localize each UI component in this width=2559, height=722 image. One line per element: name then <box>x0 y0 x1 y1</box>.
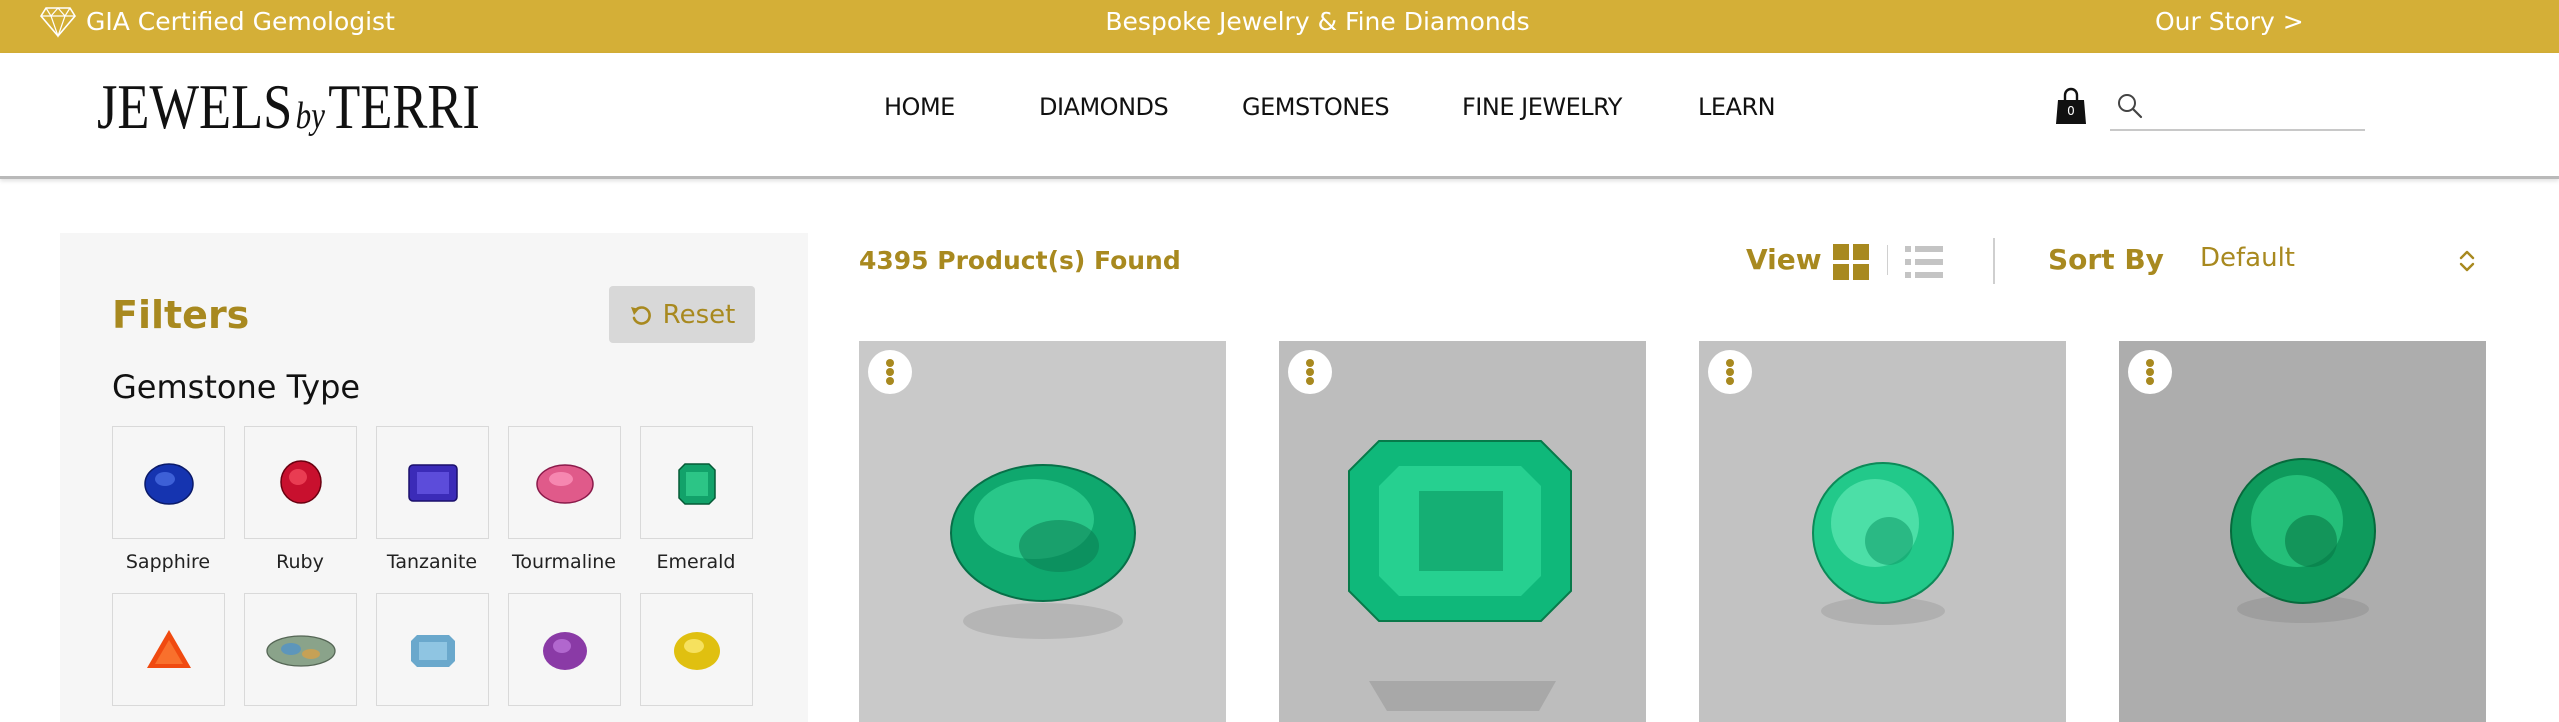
product-image <box>1699 341 2066 722</box>
logo-word-terri: TERRI <box>328 71 480 142</box>
ruby-gem-icon <box>280 460 322 504</box>
nav-home[interactable]: HOME <box>884 93 955 121</box>
product-image <box>1279 341 1646 722</box>
gem-tile-tanzanite[interactable] <box>376 426 489 539</box>
gem-label-ruby: Ruby <box>276 551 324 573</box>
tourmaline-gem-icon <box>536 464 594 504</box>
search-input[interactable] <box>2160 90 2360 124</box>
view-label: View <box>1746 243 1822 276</box>
nav-fine-jewelry[interactable]: FINE JEWELRY <box>1462 93 1622 121</box>
gem-tile-sapphire[interactable] <box>112 426 225 539</box>
dot <box>2146 368 2154 376</box>
list-view-icon[interactable] <box>1905 244 1943 280</box>
dot <box>886 359 894 367</box>
sapphire-gem-icon <box>144 463 194 505</box>
filters-title: Filters <box>112 293 250 337</box>
our-story-link[interactable]: Our Story > <box>2155 0 2304 43</box>
search-bar[interactable] <box>2110 86 2365 131</box>
announcement-bar: GIA Certified Gemologist Bespoke Jewelry… <box>0 0 2559 53</box>
gem-tile-ruby[interactable] <box>244 426 357 539</box>
gem-label-tourmaline: Tourmaline <box>512 551 616 573</box>
gem-label-sapphire: Sapphire <box>125 551 211 573</box>
undo-arrow-icon <box>630 305 651 325</box>
amethyst-gem-icon <box>543 632 587 670</box>
sort-select[interactable]: Default <box>2200 236 2490 286</box>
view-divider <box>1887 245 1888 275</box>
dot <box>886 368 894 376</box>
gem-tile-fire-opal[interactable] <box>112 593 225 706</box>
products-found-count: 4395 Product(s) Found <box>859 246 1181 275</box>
dot <box>1726 359 1734 367</box>
gem-tile-emerald[interactable] <box>640 426 753 539</box>
grid-view-icon[interactable] <box>1833 244 1869 280</box>
more-options-button[interactable] <box>1288 350 1332 394</box>
nav-gemstones[interactable]: GEMSTONES <box>1242 93 1390 121</box>
filters-panel: Filters Reset Gemstone Type Sapphire Rub… <box>60 233 808 722</box>
our-story-text[interactable]: Our Story > <box>2155 7 2304 36</box>
product-card[interactable] <box>2119 341 2486 722</box>
gem-label-emerald: Emerald <box>656 551 736 573</box>
nav-diamonds[interactable]: DIAMONDS <box>1039 93 1169 121</box>
yellow-gem-icon <box>674 632 720 670</box>
product-card[interactable] <box>1699 341 2066 722</box>
site-logo[interactable]: JEWELSbyTERRI <box>97 75 480 148</box>
cart-count: 0 <box>2067 104 2075 118</box>
product-image <box>2119 341 2486 722</box>
gemstone-type-title: Gemstone Type <box>112 368 361 406</box>
dot <box>1306 377 1314 385</box>
cart-button[interactable]: 0 <box>2054 86 2088 126</box>
dot <box>2146 377 2154 385</box>
dot <box>886 377 894 385</box>
gem-tile-amethyst[interactable] <box>508 593 621 706</box>
up-down-chevron-icon <box>2459 250 2475 272</box>
sort-divider <box>1993 238 1995 284</box>
more-options-button[interactable] <box>1708 350 1752 394</box>
gem-tile-opal[interactable] <box>244 593 357 706</box>
nav-learn[interactable]: LEARN <box>1698 93 1776 121</box>
tanzanite-gem-icon <box>408 464 458 502</box>
magnifier-icon <box>2118 94 2143 119</box>
aquamarine-gem-icon <box>411 635 455 667</box>
gem-tile-yellow-sapphire[interactable] <box>640 593 753 706</box>
product-image <box>859 341 1226 722</box>
emerald-gem-icon <box>678 463 716 505</box>
sort-value: Default <box>2200 243 2295 273</box>
product-card[interactable] <box>859 341 1226 722</box>
sort-by-label: Sort By <box>2048 243 2164 276</box>
opal-gem-icon <box>266 635 336 667</box>
dot <box>1306 368 1314 376</box>
dot <box>2146 359 2154 367</box>
product-card[interactable] <box>1279 341 1646 722</box>
reset-button[interactable]: Reset <box>609 286 755 343</box>
dot <box>1726 368 1734 376</box>
dot <box>1726 377 1734 385</box>
gem-tile-aquamarine[interactable] <box>376 593 489 706</box>
tagline-text: Bespoke Jewelry & Fine Diamonds <box>1105 7 1530 36</box>
gem-label-tanzanite: Tanzanite <box>386 551 478 573</box>
logo-word-jewels: JEWELS <box>97 71 293 142</box>
trillion-gem-icon <box>147 630 191 668</box>
site-header: JEWELSbyTERRI HOME DIAMONDS GEMSTONES FI… <box>0 53 2559 179</box>
gem-tile-tourmaline[interactable] <box>508 426 621 539</box>
logo-word-by: by <box>295 95 326 137</box>
more-options-button[interactable] <box>868 350 912 394</box>
reset-label: Reset <box>662 299 736 330</box>
more-options-button[interactable] <box>2128 350 2172 394</box>
dot <box>1306 359 1314 367</box>
